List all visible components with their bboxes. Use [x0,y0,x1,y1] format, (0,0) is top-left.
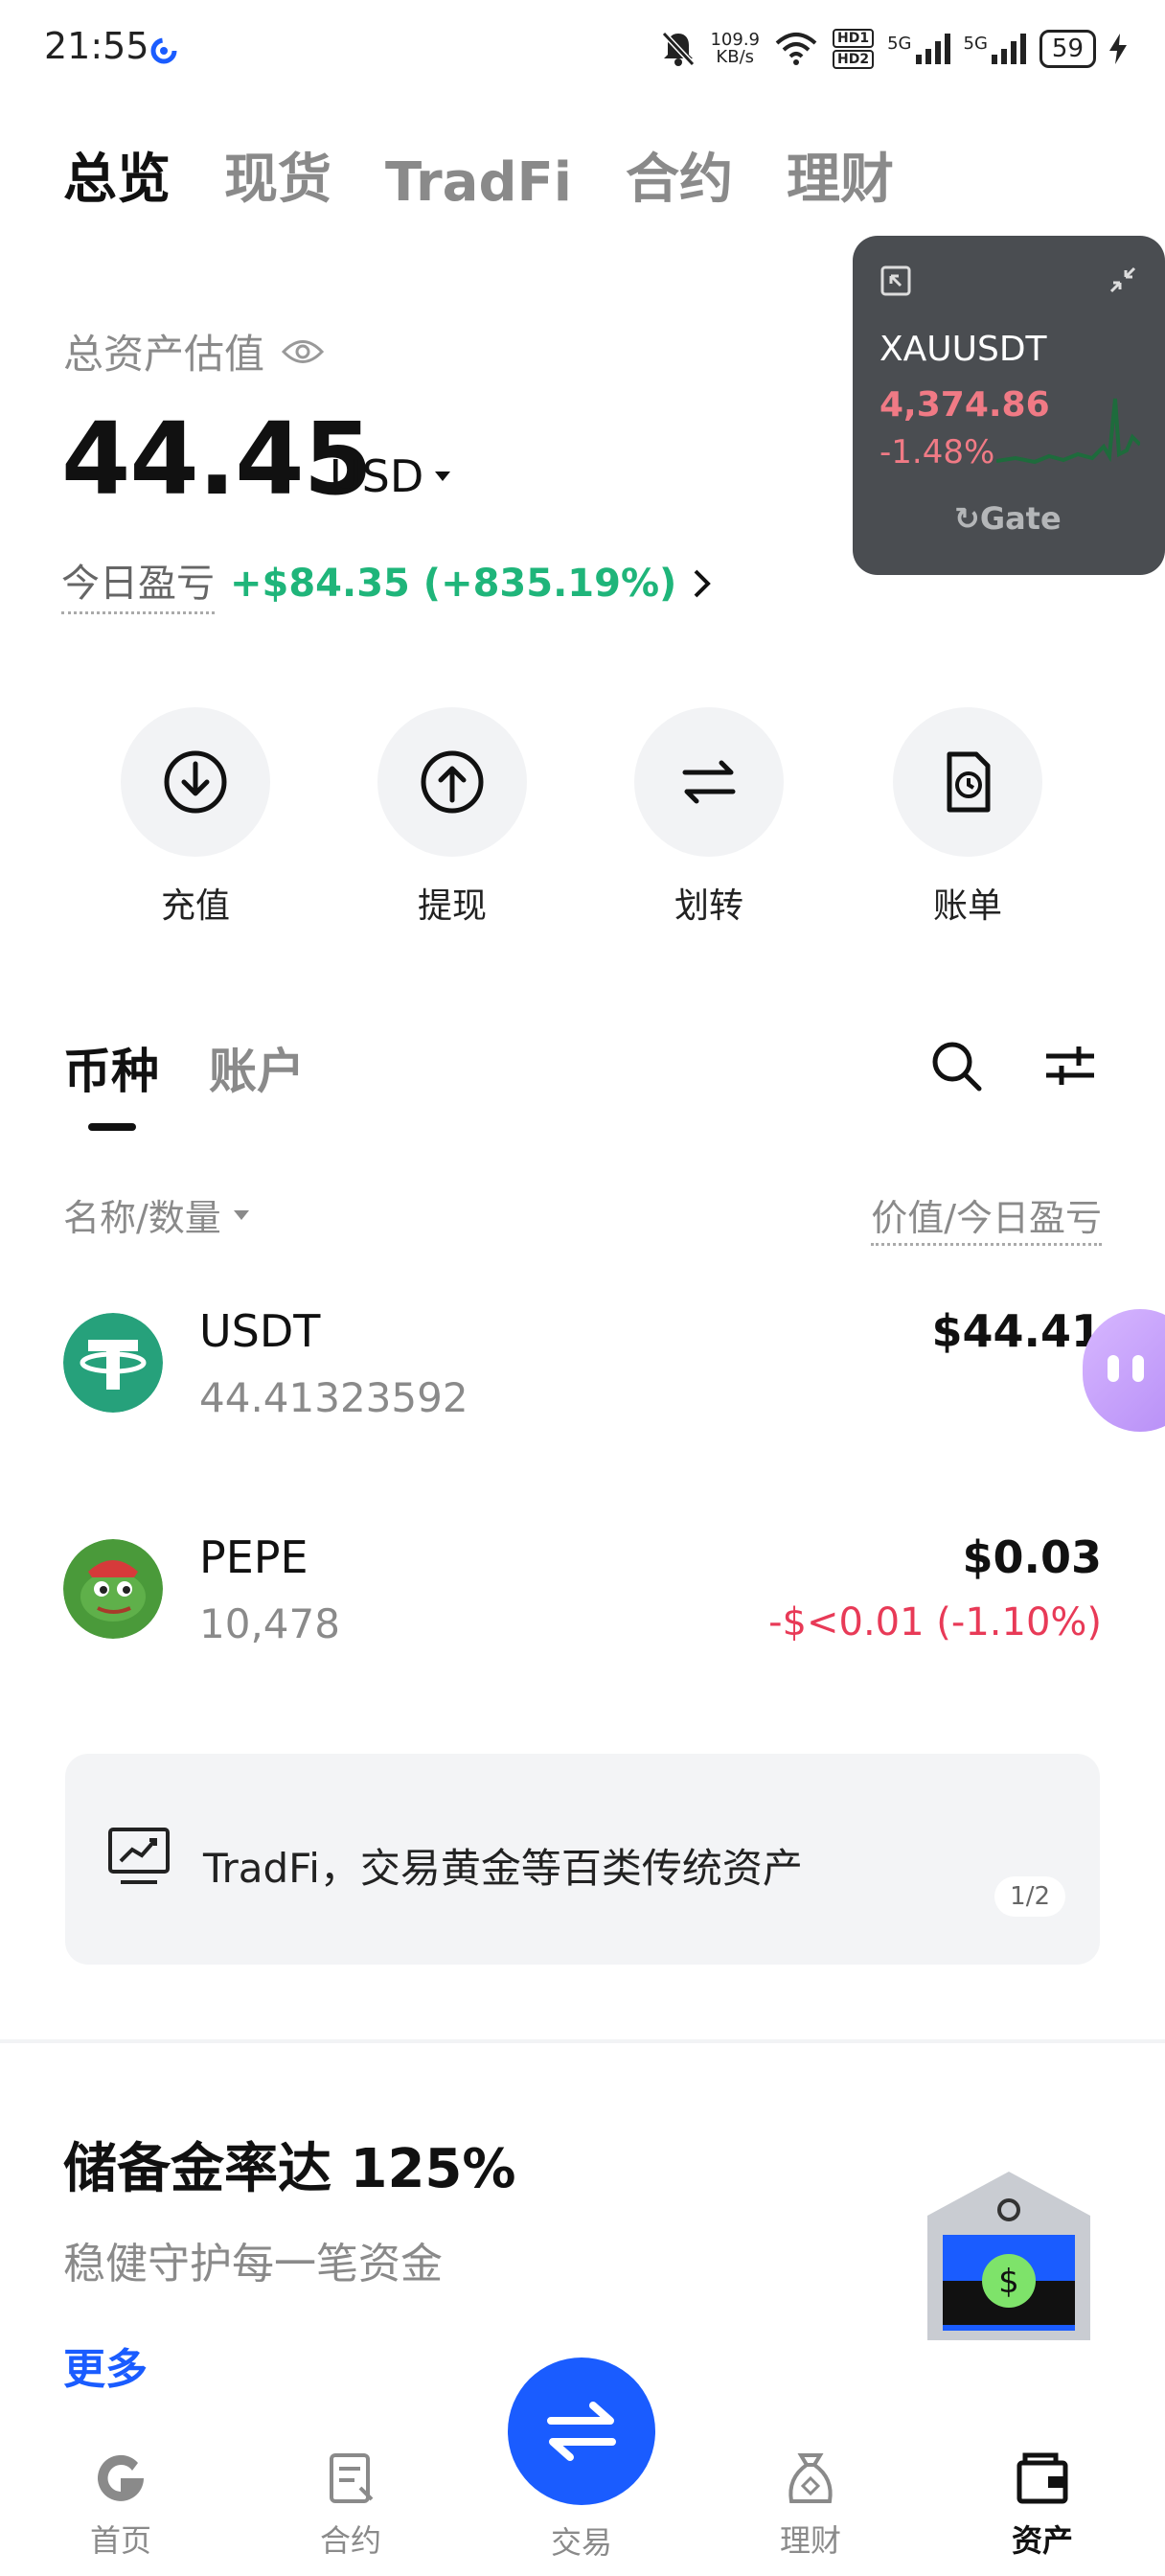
top-tabs: 总览 现货 TradFi 合约 理财 [63,136,894,214]
app-notification-icon [150,37,177,64]
coin-value: $44.41 [931,1305,1102,1357]
signal-1: 5G [887,34,950,64]
banner-text: TradFi，交易黄金等百类传统资产 [203,1845,803,1892]
tab-coins[interactable]: 币种 [63,1033,159,1102]
ticker-change: -1.48% [879,433,995,472]
earn-bag-icon [788,2453,833,2503]
signal-2: 5G [964,34,1026,64]
today-pnl-label: 今日盈亏 [61,552,215,614]
tab-earn[interactable]: 理财 [787,136,894,214]
trade-label: 交易 [550,2524,612,2561]
ticker-sparkline [996,398,1140,465]
tab-accounts[interactable]: 账户 [209,1033,305,1102]
coin-quantity: 44.41323592 [199,1374,468,1421]
battery-level: 59 [1039,30,1096,68]
transfer-button[interactable]: 划转 [632,707,786,928]
net-speed: 109.9 KB/s [710,30,760,67]
coin-value: $0.03 [962,1531,1102,1583]
swap-arrows-icon [547,2402,616,2461]
sort-by-name[interactable]: 名称/数量 [63,1188,250,1241]
nav-assets[interactable]: 资产 [966,2450,1119,2561]
charging-icon [1109,34,1127,64]
deposit-button[interactable]: 充值 [119,707,272,928]
status-time: 21:55 [44,25,149,67]
coin-today-pnl: -$<0.01 (-1.10%) [768,1600,1102,1644]
gate-logo: ↻Gate [954,500,1062,537]
mute-icon [662,31,696,67]
signal-bars-icon [991,34,1026,64]
futures-doc-icon [330,2453,374,2503]
chevron-right-icon [694,569,712,597]
deposit-icon [164,750,227,814]
search-icon[interactable] [929,1039,983,1092]
reserve-title: 储备金率达 125% [63,2138,516,2200]
wifi-icon [775,33,817,65]
signal-bars-icon [915,34,950,64]
bill-button[interactable]: 账单 [891,707,1044,928]
tab-futures[interactable]: 合约 [626,136,733,214]
currency-selector[interactable]: USD [330,450,452,502]
nav-earn[interactable]: 理财 [734,2450,887,2561]
filter-settings-icon[interactable] [1044,1043,1096,1089]
bank-vault-illustration: $ [927,2172,1090,2340]
withdraw-button[interactable]: 提现 [376,707,529,928]
tab-overview[interactable]: 总览 [63,136,171,214]
wallet-icon [1017,2452,1068,2504]
asset-section-tabs: 币种 账户 [63,1033,305,1102]
today-pnl[interactable]: 今日盈亏 +$84.35 (+835.19%) [61,552,713,614]
expand-window-icon[interactable] [879,264,912,297]
today-pnl-value: +$84.35 (+835.19%) [230,561,677,606]
total-assets-value: 44.45 [61,401,373,518]
nav-futures[interactable]: 合约 [274,2450,427,2561]
pepe-coin-icon [63,1539,163,1639]
tradfi-banner[interactable]: TradFi，交易黄金等百类传统资产 1/2 [65,1754,1100,1965]
reserve-more-link[interactable]: 更多 [63,2334,148,2396]
svg-text:$: $ [998,2263,1019,2301]
bill-icon [947,751,991,813]
sort-by-value[interactable]: 价值/今日盈亏 [871,1188,1102,1246]
coin-quantity: 10,478 [199,1600,340,1647]
hd-indicator: HD1 HD2 [833,29,875,69]
chart-presentation-icon [108,1828,170,1884]
caret-down-icon [233,1209,249,1220]
status-indicators: 109.9 KB/s HD1 HD2 5G 5G 59 [660,25,1127,73]
usdt-coin-icon [63,1313,163,1413]
banner-pagination: 1/2 [994,1876,1065,1917]
list-item-usdt[interactable]: USDT 44.41323592 $44.41 [0,1275,1165,1466]
ticker-pair: XAUUSDT [879,330,1047,369]
tab-spot[interactable]: 现货 [224,136,331,214]
total-assets-label: 总资产估值 [63,322,325,380]
tab-tradfi[interactable]: TradFi [385,151,572,214]
floating-ticker-widget[interactable]: XAUUSDT 4,374.86 -1.48% ↻Gate [853,236,1165,575]
home-logo-icon [98,2454,144,2501]
caret-down-icon [435,472,451,481]
eye-icon[interactable] [282,337,325,366]
transfer-icon [682,760,736,804]
minimize-icon[interactable] [1108,264,1138,295]
trade-button[interactable] [508,2358,655,2505]
withdraw-icon [421,750,484,814]
status-bar: 21:55 109.9 KB/s HD1 HD2 5G 5G 59 [0,0,1165,105]
section-divider [0,2039,1165,2043]
reserve-subtitle: 稳健守护每一笔资金 [63,2240,443,2288]
coin-name: PEPE [199,1531,308,1583]
active-tab-indicator [88,1123,136,1131]
nav-home[interactable]: 首页 [44,2450,197,2561]
list-item-pepe[interactable]: PEPE 10,478 $0.03 -$<0.01 (-1.10%) [0,1505,1165,1696]
coin-name: USDT [199,1305,321,1357]
